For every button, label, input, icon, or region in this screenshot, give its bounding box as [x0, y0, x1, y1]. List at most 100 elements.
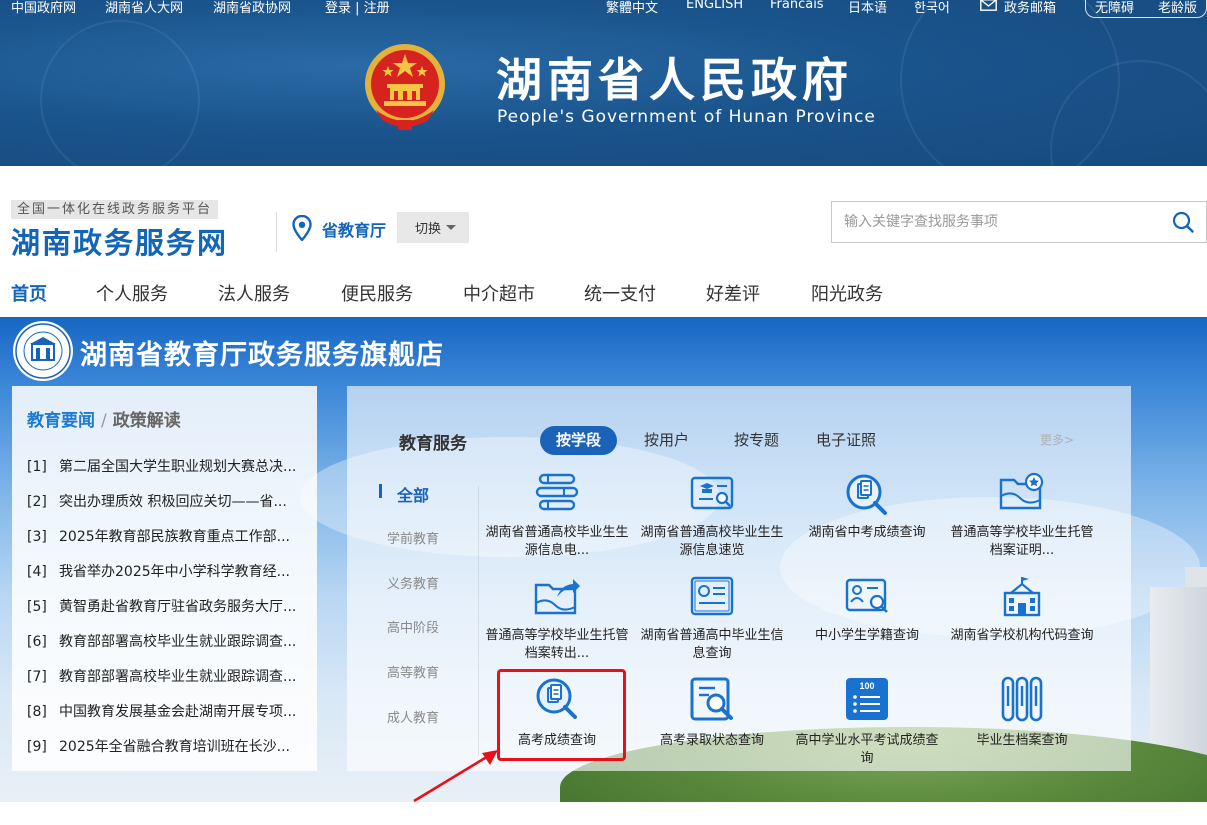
service-high-school-graduate-info[interactable]: 湖南省普通高中毕业生信息查询: [637, 575, 787, 667]
highlight-box: [497, 669, 626, 761]
score-list-icon: 100: [846, 678, 888, 720]
score-badge: 100: [859, 681, 874, 691]
tab-by-user[interactable]: 按用户: [644, 426, 689, 455]
nav-corporate-services[interactable]: 法人服务: [218, 280, 290, 306]
link-login-register[interactable]: 登录 | 注册: [325, 0, 390, 16]
news-item[interactable]: [5] 黄智勇赴省教育厅驻省政务服务大厅...: [27, 596, 315, 616]
news-item[interactable]: [8] 中国教育发展基金会赴湖南开展专项...: [27, 701, 315, 721]
switch-label: 切换: [415, 222, 442, 237]
caret-down-icon: [446, 225, 456, 230]
news-item[interactable]: [6] 教育部部署高校毕业生就业跟踪调查...: [27, 631, 315, 651]
news-title: 我省举办2025年中小学科学教育经...: [59, 564, 290, 580]
lang-english[interactable]: ENGLISH: [686, 0, 743, 12]
news-item[interactable]: [7] 教育部部署高校毕业生就业跟踪调查...: [27, 666, 315, 686]
search-icon[interactable]: [1172, 211, 1194, 233]
service-academic-test-score[interactable]: 100 高中学业水平考试成绩查询: [792, 676, 942, 768]
service-graduate-source-e[interactable]: 湖南省普通高校毕业生生源信息电...: [482, 472, 632, 564]
tab-by-topic[interactable]: 按专题: [734, 426, 779, 455]
service-gaokao-admission[interactable]: 高考录取状态查询: [637, 676, 787, 768]
student-card-search-icon: [845, 578, 888, 613]
nav-agency-market[interactable]: 中介超市: [463, 280, 535, 306]
service-archive-certificate[interactable]: 普通高等学校毕业生托管档案证明...: [947, 472, 1097, 564]
link-china-gov[interactable]: 中国政府网: [11, 0, 76, 16]
accessibility-box: 无障碍 老龄版: [1085, 0, 1207, 18]
tab-by-stage[interactable]: 按学段: [540, 426, 618, 455]
news-num: [2]: [27, 494, 47, 510]
books-icon: [535, 473, 579, 511]
nav-personal-services[interactable]: 个人服务: [96, 280, 168, 306]
tab-education-news[interactable]: 教育要闻: [27, 411, 95, 431]
store-title: 湖南省教育厅政务服务旗舰店: [80, 340, 444, 371]
platform-tag: 全国一体化在线政务服务平台: [11, 200, 219, 219]
nav-review[interactable]: 好差评: [706, 280, 760, 306]
news-title: 黄智勇赴省教育厅驻省政务服务大厅...: [59, 599, 297, 615]
news-num: [1]: [27, 459, 47, 475]
lang-korean[interactable]: 한국어: [914, 0, 950, 16]
elderly-mode-button[interactable]: 老龄版: [1158, 0, 1197, 16]
category-adult-education[interactable]: 成人教育: [347, 707, 479, 726]
school-icon: [1003, 577, 1041, 617]
gov-mail-link[interactable]: 政务邮箱: [1004, 0, 1056, 16]
store-section: 湖南省教育厅政务服务旗舰店 教育要闻 / 政策解读 [1] 第二届全国大学生职业规划大…: [0, 317, 1207, 802]
national-emblem-icon: [365, 44, 445, 130]
switch-department-button[interactable]: 切换: [397, 212, 469, 243]
news-item[interactable]: [3] 2025年教育部民族教育重点工作部...: [27, 526, 315, 546]
pointer-arrow-icon: [413, 750, 498, 803]
category-all[interactable]: 全部: [347, 482, 479, 506]
service-graduate-source-overview[interactable]: 湖南省普通高校毕业生生源信息速览: [637, 472, 787, 564]
accessibility-button[interactable]: 无障碍: [1095, 0, 1134, 16]
news-title: 2025年教育部民族教育重点工作部...: [59, 529, 290, 545]
news-num: [8]: [27, 704, 47, 720]
news-panel: 教育要闻 / 政策解读 [1] 第二届全国大学生职业规划大赛总决... [2] 突出办理…: [12, 386, 317, 771]
news-title: 教育部部署高校毕业生就业跟踪调查...: [59, 669, 297, 685]
news-title: 突出办理质效 积极回应关切——省...: [59, 494, 287, 510]
link-hunan-npc[interactable]: 湖南省人大网: [105, 0, 183, 16]
news-num: [9]: [27, 739, 47, 755]
tab-e-certificate[interactable]: 电子证照: [816, 426, 876, 455]
education-services-panel: 教育服务 按学段 按用户 按专题 电子证照 更多> 全部 学前教育 义务教育 高…: [347, 386, 1131, 771]
service-archive-transfer[interactable]: 普通高等学校毕业生托管档案转出...: [482, 575, 632, 667]
banner-decoration: [40, 20, 200, 166]
id-card-search-icon: [690, 476, 734, 510]
lang-french[interactable]: Francais: [770, 0, 824, 12]
site-logo-title[interactable]: 湖南政务服务网: [11, 220, 228, 262]
lang-japanese[interactable]: 日本语: [848, 0, 887, 16]
news-num: [3]: [27, 529, 47, 545]
news-item[interactable]: [2] 突出办理质效 积极回应关切——省...: [27, 491, 315, 511]
search-input[interactable]: [832, 202, 1162, 242]
folder-share-icon: [534, 579, 580, 615]
news-item[interactable]: [4] 我省举办2025年中小学科学教育经...: [27, 561, 315, 581]
category-higher-education[interactable]: 高等教育: [347, 662, 479, 681]
news-title: 中国教育发展基金会赴湖南开展专项...: [59, 704, 297, 720]
lang-traditional-chinese[interactable]: 繁體中文: [606, 0, 658, 16]
service-label: 高考录取状态查询: [659, 733, 764, 748]
nav-home[interactable]: 首页: [11, 280, 47, 306]
category-compulsory[interactable]: 义务教育: [347, 573, 479, 592]
news-num: [5]: [27, 599, 47, 615]
nav-convenience-services[interactable]: 便民服务: [341, 280, 413, 306]
link-hunan-cppcc[interactable]: 湖南省政协网: [213, 0, 291, 16]
category-preschool[interactable]: 学前教育: [347, 528, 479, 547]
service-school-code[interactable]: 湖南省学校机构代码查询: [947, 575, 1097, 667]
tab-policy-interpretation[interactable]: 政策解读: [113, 411, 181, 431]
more-link[interactable]: 更多>: [1040, 431, 1074, 448]
service-student-status[interactable]: 中小学生学籍查询: [792, 575, 942, 667]
nav-unified-payment[interactable]: 统一支付: [584, 280, 656, 306]
certificate-icon: [690, 576, 734, 616]
category-high-school[interactable]: 高中阶段: [347, 617, 479, 636]
doc-magnifier-icon: [690, 677, 733, 721]
nav-open-government[interactable]: 阳光政务: [811, 280, 883, 306]
service-label: 湖南省普通高校毕业生生源信息电...: [485, 525, 629, 558]
service-label: 湖南省中考成绩查询: [808, 525, 926, 540]
top-link-bar: 中国政府网 湖南省人大网 湖南省政协网 登录 | 注册 繁體中文 ENGLISH…: [0, 0, 1207, 18]
background-building: [1150, 587, 1207, 757]
service-label: 中小学生学籍查询: [814, 628, 919, 643]
mail-icon[interactable]: [980, 0, 997, 11]
service-zhongkao-score[interactable]: 湖南省中考成绩查询: [792, 472, 942, 564]
gov-site-subtitle: People's Government of Hunan Province: [497, 107, 876, 127]
news-item[interactable]: [9] 2025年全省融合教育培训班在长沙...: [27, 736, 315, 756]
archive-icon: [1001, 676, 1043, 722]
service-label: 湖南省普通高校毕业生生源信息速览: [640, 525, 784, 558]
news-item[interactable]: [1] 第二届全国大学生职业规划大赛总决...: [27, 456, 315, 476]
service-graduate-archive[interactable]: 毕业生档案查询: [947, 676, 1097, 768]
